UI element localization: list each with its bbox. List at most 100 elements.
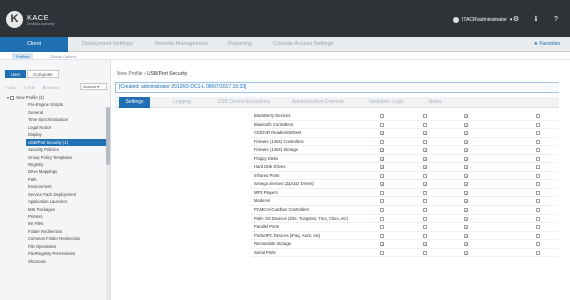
checkbox[interactable]: ✓ xyxy=(464,182,468,187)
favorites-link[interactable]: ★ Favorites xyxy=(534,37,560,52)
checkbox[interactable] xyxy=(423,225,427,230)
checkbox[interactable]: ✓ xyxy=(464,148,468,153)
tree-item[interactable]: Environment xyxy=(3,183,106,190)
tree-item[interactable]: Common Folder Redirection xyxy=(3,235,106,242)
tree-item[interactable]: Time Synchronization xyxy=(3,116,106,123)
checkbox[interactable] xyxy=(536,122,540,127)
checkbox[interactable]: ✓ xyxy=(380,182,384,187)
checkbox[interactable] xyxy=(380,173,384,178)
checkbox[interactable] xyxy=(423,208,427,213)
checkbox[interactable] xyxy=(423,216,427,221)
checkbox[interactable]: ✓ xyxy=(464,131,468,136)
tree-item[interactable]: Application Launcher xyxy=(3,198,106,205)
checkbox[interactable]: ✓ xyxy=(464,242,468,247)
tree-item[interactable]: Display xyxy=(3,131,106,138)
nav-deployment-settings[interactable]: Deployment Settings xyxy=(82,37,133,52)
checkbox[interactable] xyxy=(536,114,540,118)
checkbox[interactable] xyxy=(536,173,540,178)
checkbox[interactable] xyxy=(536,199,540,204)
checkbox[interactable] xyxy=(536,225,540,230)
tree-item[interactable]: Pre-Engine Scripts xyxy=(3,101,106,108)
user-menu[interactable]: ITACR\administrator ▾ xyxy=(453,17,512,23)
checkbox[interactable] xyxy=(536,233,540,238)
tree-item[interactable]: Shortcuts xyxy=(3,258,106,265)
tree-item[interactable]: Service Pack Deployment xyxy=(3,191,106,198)
checkbox[interactable] xyxy=(423,190,427,195)
checkbox[interactable] xyxy=(536,242,540,247)
tab-administrative-override[interactable]: Administrative Override xyxy=(287,97,349,108)
nav-reporting[interactable]: Reporting xyxy=(228,37,252,52)
checkbox[interactable] xyxy=(423,114,427,118)
tab-user[interactable]: User xyxy=(5,70,26,78)
checkbox[interactable] xyxy=(536,139,540,144)
tree-item[interactable]: Group Policy Templates xyxy=(3,154,106,161)
checkbox[interactable] xyxy=(380,225,384,230)
checkbox[interactable]: ✓ xyxy=(464,225,468,230)
checkbox[interactable] xyxy=(536,250,540,255)
checkbox[interactable] xyxy=(380,199,384,204)
checkbox[interactable] xyxy=(423,199,427,204)
checkbox[interactable] xyxy=(380,139,384,144)
checkbox[interactable] xyxy=(423,139,427,144)
tree-item[interactable]: General xyxy=(3,109,106,116)
checkbox[interactable]: ✓ xyxy=(423,131,427,136)
checkbox[interactable] xyxy=(423,122,427,127)
checkbox[interactable] xyxy=(536,131,540,136)
checkbox[interactable]: ✓ xyxy=(380,131,384,136)
checkbox[interactable] xyxy=(536,148,540,153)
tree-root[interactable]: ▾ New Profile (2) xyxy=(3,94,106,101)
checkbox[interactable] xyxy=(10,95,15,100)
checkbox[interactable]: ✓ xyxy=(464,173,468,178)
checkbox[interactable]: ✓ xyxy=(464,208,468,213)
tree-item[interactable]: File/Registry Permissions xyxy=(3,250,106,257)
tab-usb-device-exceptions[interactable]: USB Device Exceptions xyxy=(211,97,277,108)
checkbox[interactable]: ✓ xyxy=(380,242,384,247)
checkbox[interactable] xyxy=(536,216,540,221)
tab-computer[interactable]: Computer xyxy=(27,70,59,78)
checkbox[interactable]: ✓ xyxy=(464,199,468,204)
tree-item[interactable]: Registry xyxy=(3,161,106,168)
checkbox[interactable]: ✓ xyxy=(464,139,468,144)
breadcrumb-parent[interactable]: New Profile xyxy=(117,71,143,77)
checkbox[interactable]: ✓ xyxy=(423,156,427,161)
add-button[interactable]: + Add xyxy=(5,84,15,91)
checkbox[interactable]: ✓ xyxy=(464,233,468,238)
tab-logging[interactable]: Logging xyxy=(167,97,197,108)
checkbox[interactable]: ✓ xyxy=(464,156,468,161)
tree-item[interactable]: Security Policies xyxy=(3,146,106,153)
nav-console-access-settings[interactable]: Console Access Settings xyxy=(273,37,334,52)
edit-button[interactable]: ✎ Edit xyxy=(23,84,34,91)
checkbox[interactable]: ✓ xyxy=(464,122,468,127)
checkbox[interactable] xyxy=(380,233,384,238)
checkbox[interactable]: ✓ xyxy=(464,250,468,255)
tree-item[interactable]: Path xyxy=(3,176,106,183)
checkbox[interactable] xyxy=(380,114,384,118)
subnav-profiles[interactable]: Profiles xyxy=(12,53,34,60)
tab-validation-logic[interactable]: Validation Logic xyxy=(365,97,407,108)
tree-item[interactable]: Printers xyxy=(3,213,106,220)
checkbox[interactable] xyxy=(536,190,540,195)
checkbox[interactable] xyxy=(380,190,384,195)
checkbox[interactable] xyxy=(536,165,540,170)
checkbox[interactable] xyxy=(423,233,427,238)
checkbox[interactable]: ✓ xyxy=(380,165,384,170)
checkbox[interactable] xyxy=(380,208,384,213)
tree-item[interactable]: MSI Packages xyxy=(3,206,106,213)
tree-scrollbar-thumb[interactable] xyxy=(106,107,110,165)
checkbox[interactable] xyxy=(380,250,384,255)
checkbox[interactable]: ✓ xyxy=(423,182,427,187)
checkbox[interactable]: ✓ xyxy=(464,114,468,119)
checkbox[interactable] xyxy=(380,216,384,221)
tree-item[interactable]: INI Files xyxy=(3,220,106,227)
checkbox[interactable]: ✓ xyxy=(423,242,427,247)
checkbox[interactable] xyxy=(380,122,384,127)
tree-item[interactable]: File Operations xyxy=(3,243,106,250)
checkbox[interactable] xyxy=(423,250,427,255)
checkbox[interactable]: ✓ xyxy=(380,148,384,153)
actions-dropdown[interactable]: Actions ▾ xyxy=(80,83,107,90)
checkbox[interactable]: ✓ xyxy=(380,156,384,161)
checkbox[interactable] xyxy=(536,156,540,161)
checkbox[interactable]: ✓ xyxy=(423,148,427,153)
tree-item[interactable]: USB/Port Security (1) xyxy=(26,138,106,147)
checkbox[interactable] xyxy=(536,182,540,187)
